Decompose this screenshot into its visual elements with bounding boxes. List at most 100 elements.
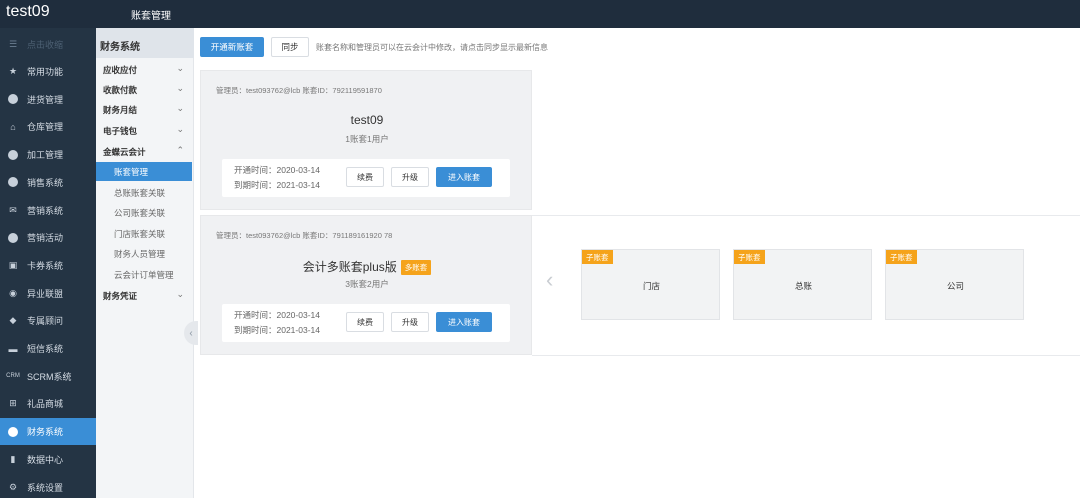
submenu-item-4[interactable]: 金蝶云会计 ⌃ [96, 142, 192, 161]
submenu-item-6[interactable]: 总账账套关联 [96, 183, 192, 202]
account-name-text: 会计多账套plus版 [302, 260, 397, 274]
nav-item-label: 营销系统 [27, 205, 64, 216]
submenu-item-label: 财务人员管理 [114, 248, 166, 259]
row-divider [532, 215, 1080, 216]
submenu-item-0[interactable]: 应收应付 ⌄ [96, 60, 192, 79]
process-icon [7, 149, 19, 161]
submenu-item-8[interactable]: 门店账套关联 [96, 224, 192, 243]
submenu-item-label: 收款付款 [103, 84, 138, 95]
alliance-icon: ◉ [9, 287, 17, 298]
nav-item-label: 卡券系统 [27, 260, 64, 271]
nav-item-10[interactable]: ▬ 短信系统 [0, 335, 96, 362]
nav-item-label: 系统设置 [27, 482, 64, 493]
account-admin-info: 管理员：test093762@lcb 账套ID：791189161920 78 [216, 231, 393, 240]
nav-collapse-label: 点击收缩 [27, 40, 64, 50]
submenu-item-5[interactable]: 账套管理 [96, 162, 192, 181]
sub-account-tag: 子账套 [582, 250, 613, 264]
account-row: 管理员：test093762@lcb 账套ID：791189161920 78 会… [200, 215, 1080, 356]
sub-account-tag: 子账套 [734, 250, 765, 264]
nav-item-1[interactable]: 进货管理 [0, 86, 96, 113]
nav-item-8[interactable]: ◉ 异业联盟 [0, 280, 96, 307]
renew-button[interactable]: 续费 [346, 312, 384, 332]
submenu-item-label: 财务月结 [103, 104, 138, 115]
account-card: 管理员：test093762@lcb 账套ID：792119591870 test… [200, 70, 532, 210]
submenu-item-label: 公司账套关联 [114, 207, 166, 218]
submenu-item-11[interactable]: 财务凭证 ⌄ [96, 286, 192, 305]
nav-item-label: 专属顾问 [27, 316, 64, 327]
submenu-item-10[interactable]: 云会计订单管理 [96, 265, 192, 284]
submenu-item-label: 财务凭证 [103, 290, 138, 301]
chat-icon: ✉ [9, 204, 17, 215]
nav-item-9[interactable]: ◆ 专属顾问 [0, 307, 96, 334]
top-bar: test09 账套管理 [0, 0, 1080, 28]
nav-item-11[interactable]: CRM SCRM系统 [0, 363, 96, 390]
nav-item-label: 数据中心 [27, 454, 64, 465]
submenu-item-7[interactable]: 公司账套关联 [96, 203, 192, 222]
sms-icon: ▬ [8, 343, 18, 354]
sub-account-card[interactable]: 子账套总账 [733, 249, 872, 320]
upgrade-button[interactable]: 升级 [391, 167, 429, 187]
nav-item-label: 仓库管理 [27, 122, 64, 133]
chevron-down-icon: ⌄ [176, 289, 184, 299]
enter-account-button[interactable]: 进入账套 [436, 167, 492, 187]
left-nav: ☰ 点击收缩 ★ 常用功能进货管理 ⌂ 仓库管理加工管理销售系统 ✉ 营销系统营销活动 ▣ 卡券系… [0, 28, 96, 498]
submenu-item-label: 云会计订单管理 [114, 269, 174, 280]
submenu-panel: 财务系统 应收应付 ⌄ 收款付款 ⌄ 财务月结 ⌄ 电子钱包 ⌄ 金蝶云会计 ⌃ 账套管理 总账账套关… [96, 28, 194, 498]
account-row: 管理员：test093762@lcb 账套ID：792119591870 test… [200, 70, 1080, 211]
submenu-item-label: 应收应付 [103, 64, 138, 75]
nav-item-5[interactable]: ✉ 营销系统 [0, 197, 96, 224]
nav-item-label: 礼品商城 [27, 399, 64, 410]
open-account-button[interactable]: 开通新账套 [200, 37, 264, 57]
sub-account-card[interactable]: 子账套 公司 [885, 249, 1024, 320]
sub-account-name: 总账 [794, 281, 812, 291]
expire-time: 到期时间：2021-03-14 [234, 180, 320, 190]
account-name: test09 [201, 113, 533, 127]
submenu-item-2[interactable]: 财务月结 ⌄ [96, 100, 192, 119]
open-time: 开通时间：2020-03-14 [234, 310, 320, 320]
account-meta: 3账套2用户 [345, 279, 389, 289]
submenu-item-label: 门店账套关联 [114, 228, 166, 239]
row-divider [532, 355, 1080, 356]
nav-item-7[interactable]: ▣ 卡券系统 [0, 252, 96, 279]
submenu-title: 财务系统 [96, 28, 194, 58]
submenu-item-label: 电子钱包 [103, 125, 138, 136]
account-card: 管理员：test093762@lcb 账套ID：791189161920 78 会… [200, 215, 532, 355]
account-actions-panel: 开通时间：2020-03-14 到期时间：2021-03-14 续费 升级 进入账套 [222, 304, 510, 342]
chevron-down-icon: ⌄ [176, 124, 184, 134]
chevron-down-icon: ⌄ [176, 83, 184, 93]
nav-item-12[interactable]: ⊞ 礼品商城 [0, 390, 96, 417]
nav-item-2[interactable]: ⌂ 仓库管理 [0, 113, 96, 140]
enter-account-button[interactable]: 进入账套 [436, 312, 492, 332]
advisor-icon: ◆ [9, 315, 17, 326]
prev-arrow-icon[interactable]: ‹ [546, 267, 553, 293]
nav-item-label: SCRM系统 [27, 371, 72, 382]
submenu-item-label: 账套管理 [114, 166, 149, 177]
sync-button[interactable]: 同步 [271, 37, 309, 57]
nav-item-label: 进货管理 [27, 94, 64, 105]
account-meta: 1账套1用户 [345, 134, 389, 144]
chevron-up-icon: ⌃ [176, 145, 184, 155]
nav-item-15[interactable]: ⚙ 系统设置 [0, 474, 96, 498]
expire-time: 到期时间：2021-03-14 [234, 325, 320, 335]
nav-item-label: 加工管理 [27, 150, 64, 161]
submenu-item-1[interactable]: 收款付款 ⌄ [96, 80, 192, 99]
upgrade-button[interactable]: 升级 [391, 312, 429, 332]
renew-button[interactable]: 续费 [346, 167, 384, 187]
nav-item-14[interactable]: ▮ 数据中心 [0, 446, 96, 473]
submenu-item-9[interactable]: 财务人员管理 [96, 244, 192, 263]
submenu-item-3[interactable]: 电子钱包 ⌄ [96, 121, 192, 140]
sub-account-card[interactable]: 子账套 门店 [581, 249, 720, 320]
nav-item-13[interactable]: 财务系统 [0, 418, 96, 446]
nav-item-label: 异业联盟 [27, 288, 64, 299]
nav-collapse[interactable]: ☰ 点击收缩 [0, 31, 96, 58]
nav-item-3[interactable]: 加工管理 [0, 141, 96, 168]
nav-item-0[interactable]: ★ 常用功能 [0, 58, 96, 85]
star-icon: ★ [8, 66, 18, 76]
submenu-item-label: 金蝶云会计 [103, 146, 146, 157]
finance-icon [7, 426, 19, 438]
multi-account-badge: 多账套 [400, 260, 432, 276]
nav-item-4[interactable]: 销售系统 [0, 169, 96, 196]
nav-item-6[interactable]: 营销活动 [0, 224, 96, 251]
activity-icon [7, 232, 19, 244]
chart-icon: ▮ [10, 453, 16, 464]
